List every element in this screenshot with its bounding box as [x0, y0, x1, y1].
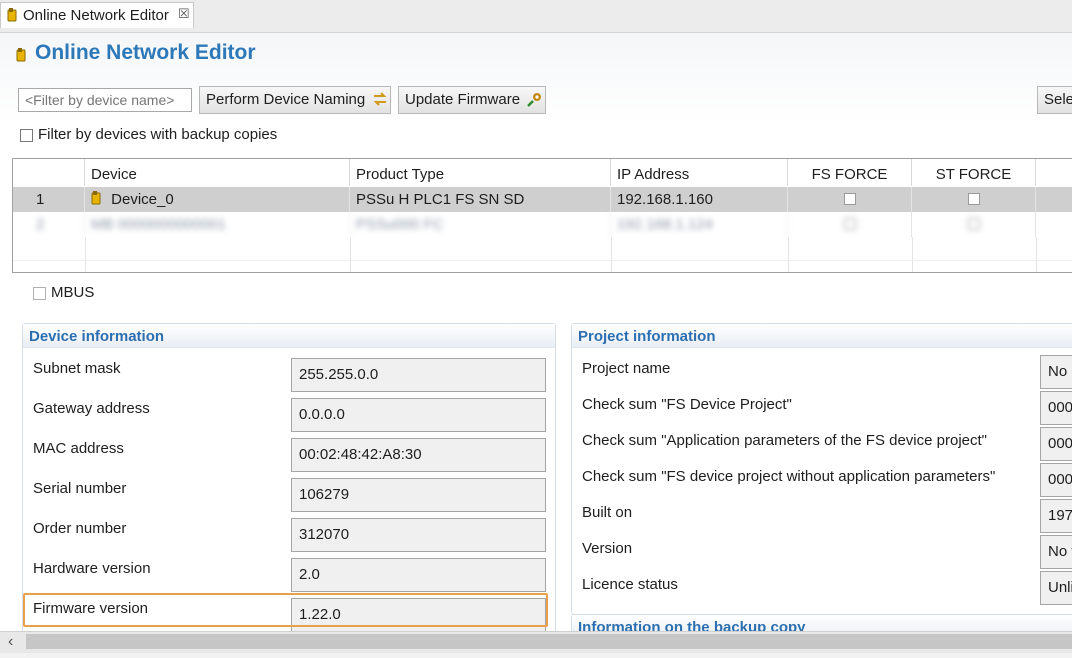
subnet-mask-field[interactable]: 255.255.0.0: [291, 358, 546, 392]
checksum-application-parameters-field[interactable]: 000: [1040, 427, 1072, 461]
mbus-checkbox[interactable]: [33, 287, 46, 300]
project-information-panel: Project information Project name No Chec…: [571, 323, 1072, 615]
project-information-heading[interactable]: Project information: [572, 324, 1072, 348]
row-st-force-cell: [912, 212, 1036, 237]
project-name-field[interactable]: No: [1040, 355, 1072, 389]
order-number-field[interactable]: 312070: [291, 518, 546, 552]
filter-backup-label: Filter by devices with backup copies: [38, 126, 278, 143]
row-index: 2: [13, 212, 85, 237]
filter-backup-checkbox[interactable]: [20, 129, 33, 142]
serial-number-field[interactable]: 106279: [291, 478, 546, 512]
row-fs-force-cell: [788, 187, 912, 212]
mbus-label: MBUS: [51, 284, 95, 301]
device-filter-input[interactable]: [18, 88, 192, 112]
tab-label: Online Network Editor: [23, 7, 169, 24]
bottom-edge: [0, 653, 1072, 658]
checksum-application-parameters-label: Check sum "Application parameters of the…: [582, 432, 987, 449]
version-label: Version: [582, 540, 633, 557]
table-grid-line: [912, 237, 913, 272]
row-fs-force-cell: [788, 212, 912, 237]
checksum-without-parameters-label: Check sum "FS device project without app…: [582, 468, 996, 485]
row-device-cell: Device_0: [85, 187, 350, 212]
column-header-ip-address[interactable]: IP Address: [611, 159, 788, 186]
row-ip-address: 192.168.1.160: [611, 187, 788, 212]
firmware-update-icon: [524, 91, 543, 108]
perform-device-naming-button[interactable]: Perform Device Naming: [199, 86, 391, 114]
subnet-mask-label: Subnet mask: [33, 360, 121, 377]
gateway-address-field[interactable]: 0.0.0.0: [291, 398, 546, 432]
column-header-device[interactable]: Device: [85, 159, 350, 186]
table-grid-line: [611, 237, 612, 272]
table-row[interactable]: 2 MB 0000000000001 PSSu000 FC 192.168.1.…: [13, 212, 1072, 237]
hardware-version-label: Hardware version: [33, 560, 151, 577]
column-header-st-force[interactable]: ST FORCE: [912, 159, 1036, 186]
version-field[interactable]: No v: [1040, 535, 1072, 569]
mac-address-label: MAC address: [33, 440, 124, 457]
column-header-fs-force[interactable]: FS FORCE: [788, 159, 912, 186]
row-device-name: MB 0000000000001: [85, 212, 350, 237]
st-force-checkbox[interactable]: [968, 193, 980, 205]
update-firmware-label: Update Firmware: [405, 91, 521, 108]
built-on-label: Built on: [582, 504, 633, 521]
perform-naming-label: Perform Device Naming: [206, 91, 366, 108]
licence-status-label: Licence status: [582, 576, 678, 593]
table-grid-line: [85, 237, 86, 272]
column-header-index[interactable]: [13, 159, 85, 186]
row-product-type: PSSu H PLC1 FS SN SD: [350, 187, 611, 212]
mac-address-field[interactable]: 00:02:48:42:A8:30: [291, 438, 546, 472]
device-icon: [91, 191, 101, 208]
table-row[interactable]: 1 Device_0 PSSu H PLC1 FS SN SD 192.168.…: [13, 187, 1072, 212]
table-row-divider: [13, 260, 1072, 261]
row-index: 1: [13, 187, 85, 212]
row-product-type: PSSu000 FC: [350, 212, 611, 237]
licence-status-field[interactable]: Unli: [1040, 571, 1072, 605]
st-force-checkbox[interactable]: [968, 218, 980, 230]
row-st-force-cell: [912, 187, 1036, 212]
tab-close-icon[interactable]: ☒: [178, 6, 190, 22]
serial-number-label: Serial number: [33, 480, 127, 497]
scroll-left-icon[interactable]: ‹: [8, 633, 13, 651]
row-device-name: Device_0: [111, 191, 174, 208]
order-number-label: Order number: [33, 520, 127, 537]
update-firmware-button[interactable]: Update Firmware: [398, 86, 546, 114]
table-grid-line: [1036, 237, 1037, 272]
fs-force-checkbox[interactable]: [844, 218, 856, 230]
checksum-without-parameters-field[interactable]: 000: [1040, 463, 1072, 497]
fs-force-checkbox[interactable]: [844, 193, 856, 205]
row-ip-address: 192.168.1.124: [611, 212, 788, 237]
hardware-version-field[interactable]: 2.0: [291, 558, 546, 592]
firmware-version-highlight: [23, 593, 548, 627]
naming-arrows-icon: [369, 91, 388, 108]
device-title-icon: [16, 48, 26, 66]
project-name-label: Project name: [582, 360, 671, 377]
tab-online-network-editor[interactable]: Online Network Editor ☒: [0, 2, 194, 28]
horizontal-scrollbar-thumb[interactable]: [26, 634, 1072, 649]
device-information-heading[interactable]: Device information: [23, 324, 555, 348]
column-header-product-type[interactable]: Product Type: [350, 159, 611, 186]
table-grid-line: [350, 237, 351, 272]
device-table: Device Product Type IP Address FS FORCE …: [12, 158, 1072, 273]
editor-tab-icon: [7, 8, 17, 26]
table-grid-line: [788, 237, 789, 272]
page-title: Online Network Editor: [35, 41, 256, 64]
checksum-fs-device-project-label: Check sum "FS Device Project": [582, 396, 792, 413]
gateway-address-label: Gateway address: [33, 400, 150, 417]
select-button[interactable]: Sele: [1037, 86, 1072, 114]
built-on-field[interactable]: 197: [1040, 499, 1072, 533]
checksum-fs-device-project-field[interactable]: 000: [1040, 391, 1072, 425]
